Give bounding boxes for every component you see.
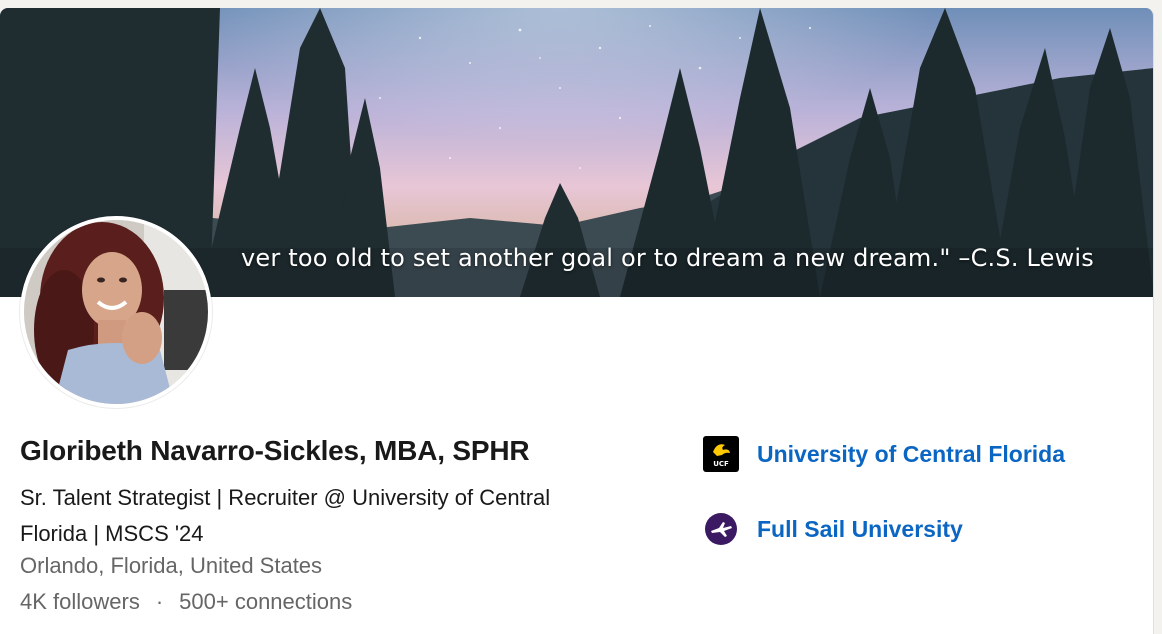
stats-separator: · [155, 589, 164, 614]
profile-location: Orlando, Florida, United States [20, 553, 323, 578]
profile-headline: Sr. Talent Strategist | Recruiter @ Univ… [20, 485, 551, 546]
education-link-full-sail[interactable]: Full Sail University [703, 511, 963, 547]
followers-count[interactable]: 4K followers [20, 589, 140, 614]
ucf-pegasus-icon: UCF [703, 436, 739, 472]
education-link-ucf[interactable]: UCF University of Central Florida [703, 436, 1065, 472]
full-sail-icon [703, 511, 739, 547]
connections-count[interactable]: 500+ connections [179, 589, 352, 614]
profile-avatar[interactable] [20, 216, 212, 408]
profile-card: ver too old to set another goal or to dr… [0, 8, 1154, 634]
avatar-photo [24, 220, 208, 404]
profile-stats: 4K followers · 500+ connections [20, 589, 352, 615]
profile-name: Gloribeth Navarro-Sickles, MBA, SPHR [20, 435, 530, 466]
education-name: University of Central Florida [757, 440, 1066, 467]
ucf-logo-text: UCF [713, 460, 729, 468]
education-name: Full Sail University [757, 515, 963, 542]
